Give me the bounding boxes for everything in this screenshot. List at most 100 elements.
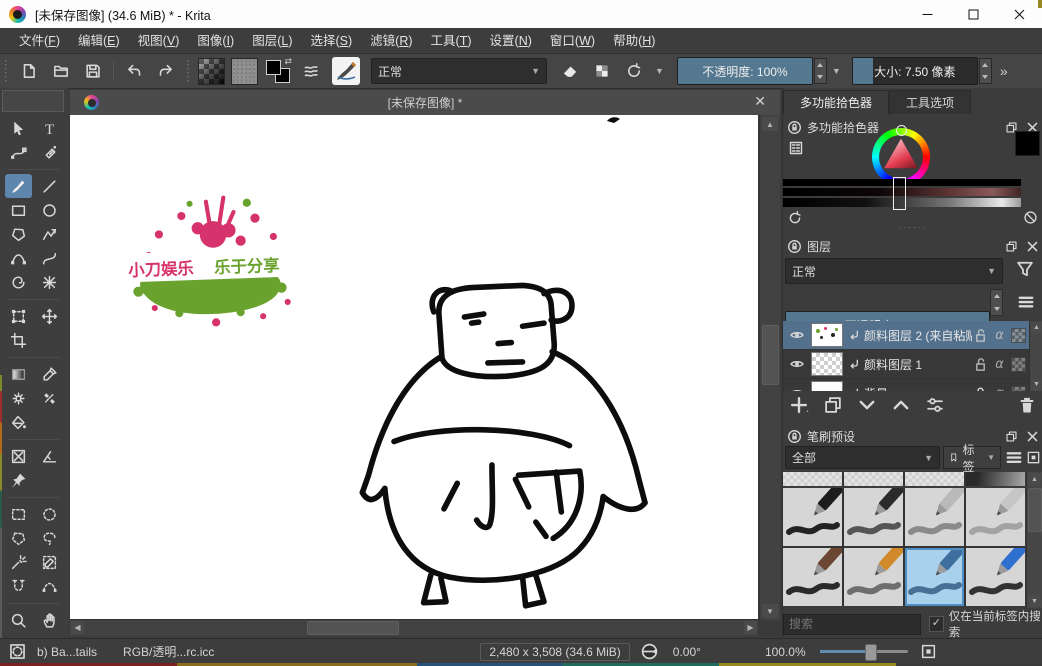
layer-alpha-lock-icon[interactable]: α bbox=[991, 356, 1008, 373]
canvas-rotation-value[interactable]: 0.00° bbox=[673, 645, 701, 659]
layer-thumbnail[interactable] bbox=[811, 352, 843, 376]
menu-滤镜R[interactable]: 滤镜(R) bbox=[361, 28, 421, 54]
scroll-up-arrow[interactable]: ▲ bbox=[1028, 473, 1041, 485]
menu-帮助H[interactable]: 帮助(H) bbox=[604, 28, 664, 54]
tool-pattern-edit[interactable] bbox=[5, 386, 32, 410]
eraser-mode-button[interactable] bbox=[557, 58, 583, 84]
layer-lock-icon[interactable] bbox=[972, 356, 989, 373]
zoom-slider-handle[interactable] bbox=[865, 644, 877, 661]
layer-inherit-alpha-icon[interactable] bbox=[1010, 385, 1027, 392]
brush-preset-silver-pen-soft[interactable] bbox=[966, 488, 1025, 546]
minimize-button[interactable] bbox=[904, 0, 950, 28]
tool-pan[interactable] bbox=[36, 608, 63, 632]
brush-preset-blue-pencil[interactable] bbox=[966, 548, 1025, 606]
menu-设置N[interactable]: 设置(N) bbox=[481, 28, 541, 54]
menu-选择S[interactable]: 选择(S) bbox=[301, 28, 361, 54]
tool-select-shapes[interactable] bbox=[5, 116, 32, 140]
docker-lock-icon[interactable] bbox=[787, 239, 802, 254]
close-button[interactable] bbox=[996, 0, 1042, 28]
redo-button[interactable] bbox=[153, 58, 179, 84]
splitter-handle[interactable]: ······ bbox=[783, 225, 1042, 231]
scroll-up-arrow[interactable]: ▲ bbox=[762, 117, 778, 131]
move-layer-down-button[interactable] bbox=[857, 395, 877, 415]
toolbar-overflow-button[interactable]: » bbox=[1000, 63, 1006, 79]
vertical-scroll-thumb[interactable] bbox=[762, 325, 779, 385]
tool-bezier-curve[interactable] bbox=[5, 246, 32, 270]
layer-options-icon[interactable] bbox=[1015, 292, 1037, 312]
scroll-left-arrow[interactable]: ◀ bbox=[71, 621, 84, 634]
tool-gradient[interactable] bbox=[5, 362, 32, 386]
tool-rectangle[interactable] bbox=[5, 198, 32, 222]
color-history-icon[interactable] bbox=[787, 210, 803, 226]
float-docker-icon[interactable] bbox=[1005, 240, 1018, 253]
brush-preset-watercolor-brush[interactable] bbox=[905, 548, 964, 606]
tool-bezier-select[interactable] bbox=[36, 574, 63, 598]
brush-scrollbar[interactable]: ▲ ▼ bbox=[1026, 472, 1042, 608]
open-button[interactable] bbox=[48, 58, 74, 84]
delete-layer-button[interactable] bbox=[1017, 395, 1037, 415]
layer-opacity-spinner[interactable] bbox=[990, 289, 1003, 316]
brush-view-menu-icon[interactable] bbox=[1004, 447, 1024, 468]
tool-line[interactable] bbox=[36, 174, 63, 198]
foreground-background-colors[interactable]: ⇄ bbox=[265, 58, 291, 84]
tool-calligraphy[interactable] bbox=[36, 140, 63, 164]
tool-measure[interactable] bbox=[36, 444, 63, 468]
brush-preset-partial[interactable] bbox=[905, 472, 964, 486]
scroll-up-arrow[interactable]: ▲ bbox=[1031, 322, 1042, 333]
brush-preset-partial[interactable] bbox=[783, 472, 842, 486]
menu-文件F[interactable]: 文件(F) bbox=[10, 28, 69, 54]
new-document-button[interactable] bbox=[16, 58, 42, 84]
layer-scrollbar[interactable]: ▲ ▼ bbox=[1029, 321, 1042, 391]
float-docker-icon[interactable] bbox=[1005, 430, 1018, 443]
layer-row[interactable]: 颜料图层 2 (来自粘贴)α bbox=[783, 321, 1029, 350]
scroll-right-arrow[interactable]: ▶ bbox=[744, 621, 757, 634]
layer-visibility-icon[interactable] bbox=[783, 356, 811, 373]
brush-filter-dropdown[interactable]: 全部 ▼ bbox=[785, 446, 940, 469]
subwindow-titlebar[interactable]: [未保存图像] * ✕ bbox=[70, 90, 780, 116]
brush-detail-toggle-icon[interactable] bbox=[1026, 447, 1041, 468]
brush-preset-partial[interactable] bbox=[966, 472, 1025, 486]
edit-brush-settings-button[interactable] bbox=[332, 57, 360, 85]
tag-button[interactable]: 标签 ▼ bbox=[943, 446, 1001, 469]
tool-fill[interactable] bbox=[5, 410, 32, 434]
brush-preset-ink-pen[interactable] bbox=[783, 488, 842, 546]
docker-tab-tool-options[interactable]: 工具选项 bbox=[889, 90, 971, 114]
layer-name[interactable]: 颜料图层 1 bbox=[864, 356, 972, 373]
blending-mode-dropdown[interactable]: 正常 ▼ bbox=[371, 58, 547, 84]
tool-ellipse[interactable] bbox=[36, 198, 63, 222]
opacity-slider[interactable]: 不透明度: 100% bbox=[677, 57, 813, 85]
layer-visibility-icon[interactable] bbox=[783, 327, 811, 344]
tool-ellipse-select[interactable] bbox=[36, 502, 63, 526]
tool-reference-images[interactable] bbox=[5, 468, 32, 492]
tool-transform[interactable] bbox=[5, 304, 32, 328]
layer-thumbnail[interactable] bbox=[811, 323, 843, 347]
layer-row[interactable]: 颜料图层 1 α bbox=[783, 350, 1029, 379]
tool-edit-shapes[interactable] bbox=[5, 140, 32, 164]
tool-zoom[interactable] bbox=[5, 608, 32, 632]
scroll-down-arrow[interactable]: ▼ bbox=[1028, 595, 1041, 607]
selection-display-icon[interactable] bbox=[8, 642, 27, 661]
layer-thumbnail[interactable] bbox=[811, 381, 843, 391]
tool-freehand-brush[interactable] bbox=[5, 174, 32, 198]
zoom-slider[interactable] bbox=[820, 650, 908, 653]
menu-图层L[interactable]: 图层(L) bbox=[243, 28, 301, 54]
layer-inherit-alpha-icon[interactable] bbox=[1010, 327, 1027, 344]
chevron-down-icon[interactable]: ▼ bbox=[827, 66, 846, 76]
current-brush-name[interactable]: b) Ba...tails bbox=[37, 645, 97, 659]
clear-color-icon[interactable] bbox=[1023, 210, 1038, 225]
scope-checkbox[interactable]: ✓ bbox=[929, 616, 944, 632]
brush-scroll-thumb[interactable] bbox=[1028, 488, 1042, 532]
color-bar-cursor[interactable] bbox=[893, 177, 906, 210]
save-button[interactable] bbox=[80, 58, 106, 84]
zoom-level-value[interactable]: 100.0% bbox=[765, 645, 806, 659]
menu-编辑E[interactable]: 编辑(E) bbox=[69, 28, 129, 54]
toolbar-grip[interactable] bbox=[3, 60, 10, 82]
layer-lock-icon[interactable] bbox=[972, 327, 989, 344]
subwindow-close-button[interactable]: ✕ bbox=[754, 93, 766, 110]
undo-button[interactable] bbox=[121, 58, 147, 84]
tool-freehand-path[interactable] bbox=[36, 246, 63, 270]
maximize-button[interactable] bbox=[950, 0, 996, 28]
tool-freehand-select[interactable] bbox=[36, 526, 63, 550]
choose-brush-preset-button[interactable] bbox=[298, 58, 324, 84]
brush-preset-silver-pen[interactable] bbox=[905, 488, 964, 546]
